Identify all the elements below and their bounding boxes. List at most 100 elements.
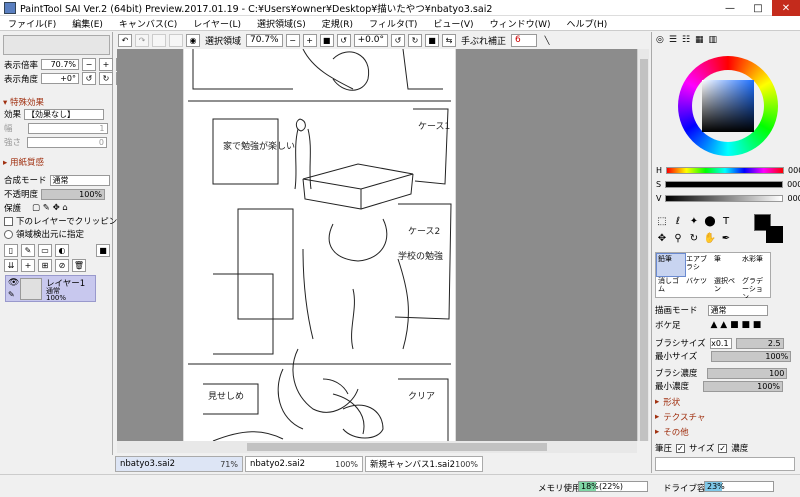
angle-value[interactable]: +0° xyxy=(41,73,80,84)
shape-icon[interactable]: ⬤ xyxy=(703,214,717,228)
layer-item[interactable]: 👁 ✎ レイヤー1 通常 100% xyxy=(5,275,96,302)
saturation-value-square[interactable] xyxy=(702,80,754,132)
clip-checkbox[interactable] xyxy=(4,216,13,226)
tab-nbatyo2[interactable]: nbatyo2.sai2 100% xyxy=(245,456,363,472)
select-source-radio[interactable] xyxy=(4,229,13,239)
strength-slider[interactable]: 0 xyxy=(27,136,108,148)
vertical-scrollbar[interactable] xyxy=(637,49,649,441)
menu-file[interactable]: ファイル(F) xyxy=(0,17,64,30)
flip-button[interactable]: ⇆ xyxy=(441,33,456,47)
brush-brush[interactable]: 筆 xyxy=(713,254,741,276)
tab-nbatyo3[interactable]: nbatyo3.sai2 71% xyxy=(115,456,243,472)
horizontal-scroll-thumb[interactable] xyxy=(247,443,547,451)
effects-section[interactable]: ▾ 特殊効果 xyxy=(3,96,44,108)
clip-row[interactable]: 下のレイヤーでクリッピング xyxy=(4,215,126,227)
eyedropper-icon[interactable]: ✒ xyxy=(719,231,733,245)
menu-window[interactable]: ウィンドウ(W) xyxy=(482,17,559,30)
nav-rotate-cw-button[interactable]: ↻ xyxy=(99,72,114,85)
color-wheel-tab-icon[interactable]: ◎ xyxy=(656,35,664,45)
new-folder-icon[interactable]: ▭ xyxy=(38,244,52,257)
brush-pencil[interactable]: 鉛筆 xyxy=(656,253,686,277)
new-linework-icon[interactable]: ✎ xyxy=(21,244,35,257)
pressure-density-checkbox[interactable]: ✓ xyxy=(718,443,728,453)
clear-layer-icon[interactable]: ⊘ xyxy=(55,259,69,272)
undo-button[interactable]: ↶ xyxy=(118,33,132,47)
line-tool-icon[interactable]: ╲ xyxy=(540,34,554,47)
zoom-reset-button[interactable]: ■ xyxy=(319,33,334,47)
hand-icon[interactable]: ✋ xyxy=(703,231,717,245)
lasso-icon[interactable]: ℓ xyxy=(671,214,685,228)
effect-select[interactable]: 【効果なし】 xyxy=(24,108,105,120)
brush-preset-strip[interactable] xyxy=(655,457,795,471)
color-wheel[interactable] xyxy=(678,56,778,156)
menu-view[interactable]: ビュー(V) xyxy=(425,17,481,30)
paper-section[interactable]: ▸ 用紙質感 xyxy=(3,156,44,168)
edge-shape-icons[interactable]: ▲ ▲ ■ ■ ■ xyxy=(711,320,762,330)
rotate-ccw-button[interactable]: ↺ xyxy=(390,33,405,47)
nav-zoom-out-button[interactable]: − xyxy=(82,58,97,71)
rgb-slider-tab-icon[interactable]: ☰ xyxy=(669,35,677,45)
merge-down-icon[interactable]: + xyxy=(21,259,35,272)
pressure-size-checkbox[interactable]: ✓ xyxy=(676,443,686,453)
text-icon[interactable]: T xyxy=(719,214,733,228)
menu-help[interactable]: ヘルプ(H) xyxy=(559,17,616,30)
blend-select[interactable]: 通常 xyxy=(49,174,110,186)
hsv-slider-tab-icon[interactable]: ☷ xyxy=(682,35,690,45)
swatch-tab-icon[interactable]: ▦ xyxy=(695,35,704,45)
move-icon[interactable]: ✥ xyxy=(655,231,669,245)
background-color-swatch[interactable] xyxy=(766,226,783,243)
menu-layer[interactable]: レイヤー(L) xyxy=(185,17,249,30)
brush-bucket[interactable]: バケツ xyxy=(685,276,713,298)
scratchpad-tab-icon[interactable]: ▥ xyxy=(709,35,718,45)
zoom-field[interactable]: 70.7% xyxy=(246,33,283,47)
other-section[interactable]: ▸ その他 xyxy=(655,426,689,438)
redo-button[interactable]: ↷ xyxy=(135,33,149,47)
menu-filter[interactable]: フィルタ(T) xyxy=(361,17,425,30)
layer-trash-icon[interactable]: ■ xyxy=(96,244,110,257)
tab-new-canvas[interactable]: 新規キャンバス1.sai2 100% xyxy=(365,456,483,472)
zoom-icon[interactable]: ⚲ xyxy=(671,231,685,245)
min-size-slider[interactable]: 100% xyxy=(711,350,792,362)
lock-icon[interactable]: ▢ ✎ ✥ ⌂ xyxy=(32,203,68,213)
stabilizer-select[interactable]: 6 xyxy=(510,33,537,47)
invert-selection-button[interactable] xyxy=(169,33,183,47)
width-slider[interactable]: 1 xyxy=(27,122,108,134)
angle-field[interactable]: +0.0° xyxy=(353,33,388,47)
brush-watercolor[interactable]: 水彩筆 xyxy=(741,254,769,276)
eye-icon[interactable]: ◉ xyxy=(186,33,200,47)
vertical-scroll-thumb[interactable] xyxy=(640,59,648,441)
zoom-in-button[interactable]: + xyxy=(302,33,317,47)
transfer-down-icon[interactable]: ⇊ xyxy=(4,259,18,272)
eye-icon[interactable]: 👁 xyxy=(8,278,19,288)
menu-edit[interactable]: 編集(E) xyxy=(64,17,111,30)
brush-airbrush[interactable]: エアブラシ xyxy=(685,254,713,276)
zoom-out-button[interactable]: − xyxy=(285,33,300,47)
menu-canvas[interactable]: キャンバス(C) xyxy=(111,17,185,30)
layer-mask-icon[interactable]: ◐ xyxy=(55,244,69,257)
nav-rotate-ccw-button[interactable]: ↺ xyxy=(82,72,97,85)
brush-gradation[interactable]: グラデーション xyxy=(741,276,769,298)
canvas-area[interactable]: ケース1 家で勉強が楽しい ケース2 学校の勉強 見せしめ クリア xyxy=(117,49,637,441)
delete-layer-icon[interactable]: 🗑 xyxy=(72,259,86,272)
density-slider[interactable]: 100 xyxy=(707,367,788,379)
rotate-left-button[interactable]: ↺ xyxy=(336,33,351,47)
brush-select-pen[interactable]: 選択ペン xyxy=(713,276,741,298)
horizontal-scrollbar[interactable] xyxy=(117,441,637,453)
menu-ruler[interactable]: 定規(R) xyxy=(314,17,361,30)
brush-size-multiplier[interactable]: x0.1 xyxy=(709,337,732,349)
merge-icon[interactable]: ⊞ xyxy=(38,259,52,272)
value-slider[interactable] xyxy=(665,195,784,202)
select-rect-icon[interactable]: ⬚ xyxy=(655,214,669,228)
hue-slider[interactable] xyxy=(666,167,785,174)
select-source-row[interactable]: 領域検出元に指定 xyxy=(4,228,84,240)
zoom-value[interactable]: 70.7% xyxy=(41,59,80,70)
brush-size-slider[interactable]: 2.5 xyxy=(735,337,784,349)
brush-eraser[interactable]: 消しゴム xyxy=(657,276,685,298)
opacity-slider[interactable]: 100% xyxy=(41,188,106,200)
min-density-slider[interactable]: 100% xyxy=(703,380,784,392)
menu-selection[interactable]: 選択領域(S) xyxy=(249,17,314,30)
magic-wand-icon[interactable]: ✦ xyxy=(687,214,701,228)
navigator-preview[interactable] xyxy=(3,35,110,55)
minimize-button[interactable]: — xyxy=(716,0,744,16)
nav-zoom-in-button[interactable]: + xyxy=(99,58,114,71)
